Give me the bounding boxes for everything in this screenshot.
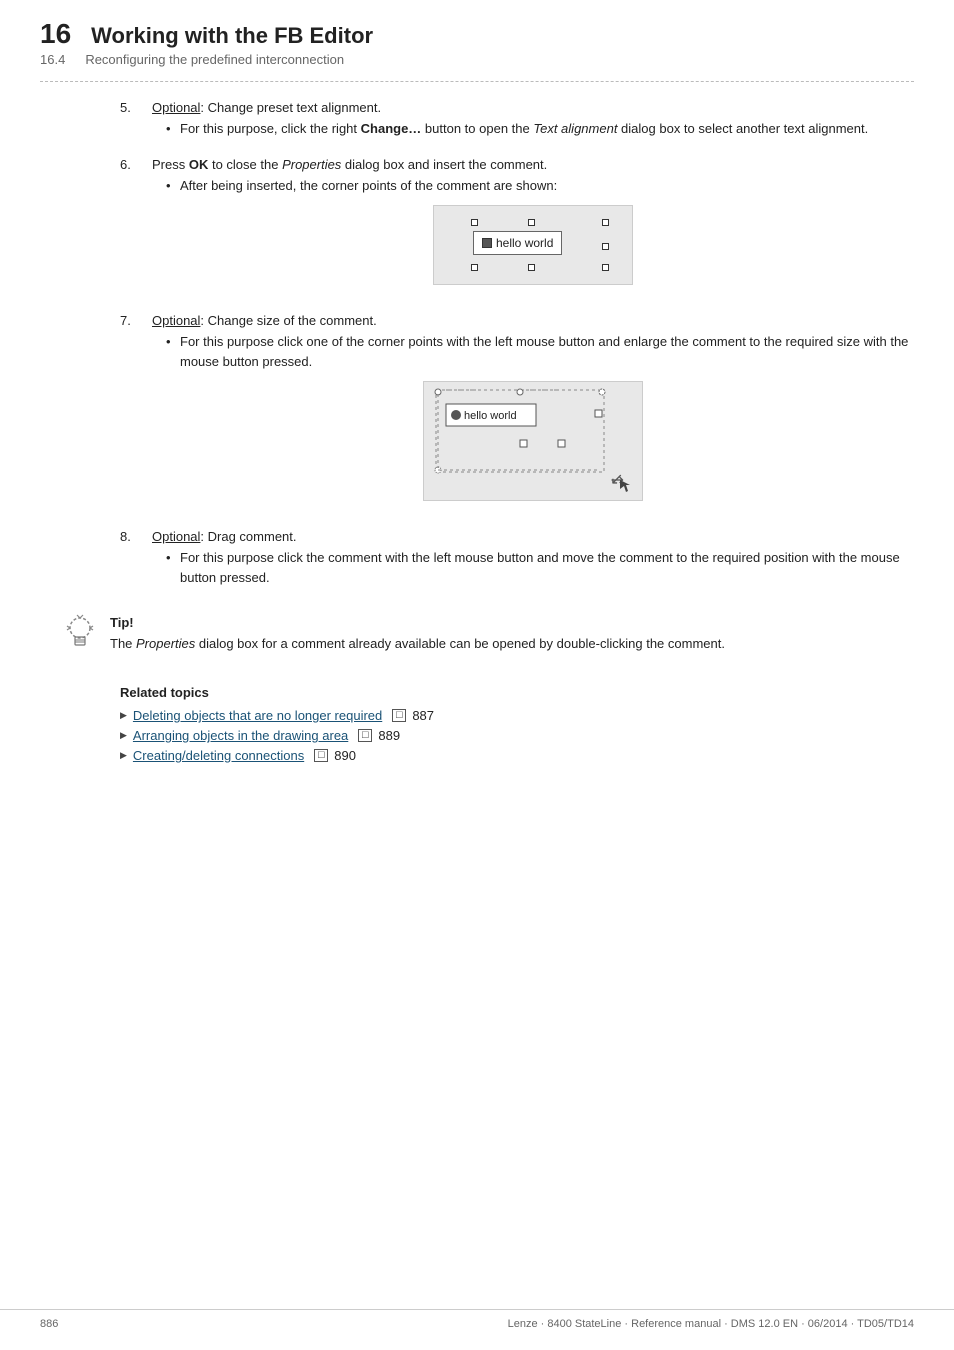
step-7-optional: Optional	[152, 313, 200, 328]
related-topic-3-page-icon: ☐	[314, 749, 328, 762]
related-topic-1-link[interactable]: Deleting objects that are no longer requ…	[133, 708, 382, 723]
related-topic-2: Arranging objects in the drawing area ☐ …	[120, 728, 914, 743]
step-5-label: Optional: Change preset text alignment.	[152, 100, 914, 115]
step-6-bullet-1: After being inserted, the corner points …	[166, 176, 914, 196]
corner-sq-tl	[471, 219, 478, 226]
diagram-2-svg: hello world	[428, 384, 638, 499]
step-7: 7. Optional: Change size of the comment.…	[120, 313, 914, 515]
chapter-title: Working with the FB Editor	[91, 23, 373, 49]
step-8-content: Optional: Drag comment. For this purpose…	[152, 529, 914, 591]
related-topic-1-page-icon: ☐	[392, 709, 406, 722]
step-6-label: Press OK to close the Properties dialog …	[152, 157, 914, 172]
related-topic-1: Deleting objects that are no longer requ…	[120, 708, 914, 723]
hw-icon	[482, 238, 492, 248]
diagram-1-wrapper: hello world	[152, 205, 914, 285]
related-topics-list: Deleting objects that are no longer requ…	[120, 708, 914, 763]
step-8-bullets: For this purpose click the comment with …	[166, 548, 914, 587]
diagram-1-inner: hello world	[453, 215, 613, 275]
tip-icon	[60, 613, 100, 657]
footer-page-number: 886	[40, 1318, 58, 1330]
step-8-label: Optional: Drag comment.	[152, 529, 914, 544]
step-8-bullet-1: For this purpose click the comment with …	[166, 548, 914, 587]
step-5: 5. Optional: Change preset text alignmen…	[120, 100, 914, 143]
step-5-bullet-1: For this purpose, click the right Change…	[166, 119, 914, 139]
diagram-1: hello world	[433, 205, 633, 285]
corner-sq-bm	[528, 264, 535, 271]
related-topic-2-page: 889	[378, 728, 400, 743]
tip-title: Tip!	[110, 615, 725, 630]
diagram-2-wrapper: hello world	[152, 381, 914, 501]
tip-content: Tip! The Properties dialog box for a com…	[110, 615, 725, 654]
corner-sq-bl	[471, 264, 478, 271]
related-topic-2-label: Arranging objects in the drawing area	[133, 728, 348, 743]
hello-world-box: hello world	[473, 231, 562, 255]
header-separator	[40, 81, 914, 82]
page-footer: 886 Lenze · 8400 StateLine · Reference m…	[0, 1309, 954, 1330]
hw-text: hello world	[496, 236, 553, 250]
svg-text:hello world: hello world	[464, 410, 517, 422]
step-8-optional: Optional	[152, 529, 200, 544]
step-5-bullets: For this purpose, click the right Change…	[166, 119, 914, 139]
page: 16 Working with the FB Editor 16.4 Recon…	[0, 0, 954, 1350]
related-topic-3: Creating/deleting connections ☐ 890	[120, 748, 914, 763]
corner-sq-tr	[602, 219, 609, 226]
step-6-number: 6.	[120, 157, 142, 300]
related-topic-1-page: 887	[412, 708, 434, 723]
sub-section-number: 16.4	[40, 52, 65, 67]
corner-sq-tm	[528, 219, 535, 226]
related-topic-3-label: Creating/deleting connections	[133, 748, 304, 763]
related-topics: Related topics Deleting objects that are…	[120, 685, 914, 763]
related-topic-3-link[interactable]: Creating/deleting connections	[133, 748, 304, 763]
footer-doc-info: Lenze · 8400 StateLine · Reference manua…	[508, 1318, 914, 1330]
main-content: 5. Optional: Change preset text alignmen…	[0, 100, 954, 808]
step-6-content: Press OK to close the Properties dialog …	[152, 157, 914, 300]
page-header: 16 Working with the FB Editor 16.4 Recon…	[0, 0, 954, 67]
tip-text: The Properties dialog box for a comment …	[110, 634, 725, 654]
step-7-bullet-1: For this purpose click one of the corner…	[166, 332, 914, 371]
step-7-label: Optional: Change size of the comment.	[152, 313, 914, 328]
step-8: 8. Optional: Drag comment. For this purp…	[120, 529, 914, 591]
step-7-number: 7.	[120, 313, 142, 515]
step-7-content: Optional: Change size of the comment. Fo…	[152, 313, 914, 515]
step-5-content: Optional: Change preset text alignment. …	[152, 100, 914, 143]
related-topic-2-link[interactable]: Arranging objects in the drawing area	[133, 728, 348, 743]
step-8-number: 8.	[120, 529, 142, 591]
sub-section-title: Reconfiguring the predefined interconnec…	[85, 52, 344, 67]
chapter-number: 16	[40, 18, 71, 50]
related-topics-title: Related topics	[120, 685, 914, 700]
related-topic-3-page: 890	[334, 748, 356, 763]
step-5-number: 5.	[120, 100, 142, 143]
corner-sq-mr	[602, 243, 609, 250]
corner-sq-br	[602, 264, 609, 271]
step-6: 6. Press OK to close the Properties dial…	[120, 157, 914, 300]
step-6-bullets: After being inserted, the corner points …	[166, 176, 914, 196]
step-5-optional: Optional	[152, 100, 200, 115]
step-7-bullets: For this purpose click one of the corner…	[166, 332, 914, 371]
related-topic-2-page-icon: ☐	[358, 729, 372, 742]
tip-box: Tip! The Properties dialog box for a com…	[60, 615, 914, 657]
related-topic-1-label: Deleting objects that are no longer requ…	[133, 708, 382, 723]
diagram-2: hello world	[423, 381, 643, 501]
